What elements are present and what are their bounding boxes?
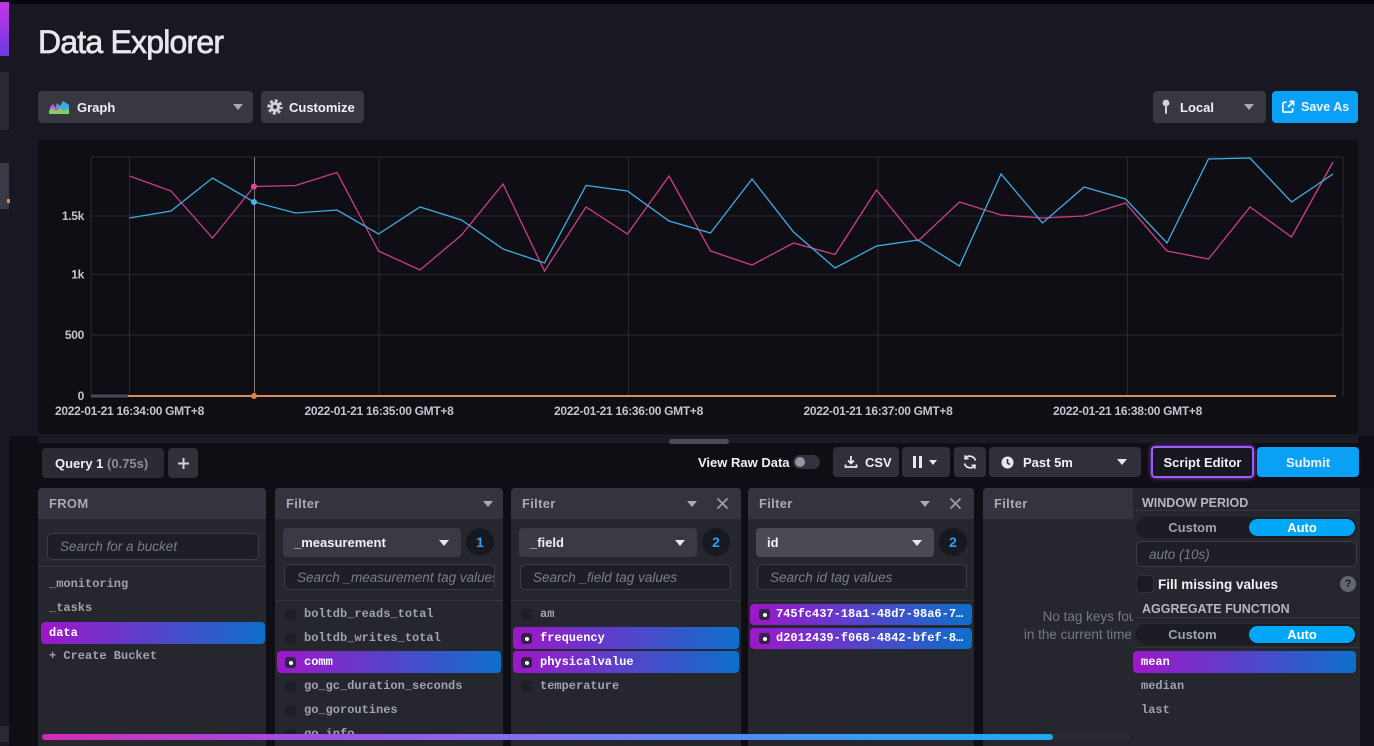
svg-text:2022-01-21 16:36:00 GMT+8: 2022-01-21 16:36:00 GMT+8 <box>554 404 704 418</box>
svg-text:2022-01-21 16:38:00 GMT+8: 2022-01-21 16:38:00 GMT+8 <box>1053 404 1203 418</box>
svg-text:1.5k: 1.5k <box>62 209 85 223</box>
svg-text:2022-01-21 16:37:00 GMT+8: 2022-01-21 16:37:00 GMT+8 <box>804 404 954 418</box>
svg-text:2022-01-21 16:35:00 GMT+8: 2022-01-21 16:35:00 GMT+8 <box>305 404 455 418</box>
svg-text:500: 500 <box>65 328 85 342</box>
svg-text:0: 0 <box>78 389 85 403</box>
svg-text:1k: 1k <box>71 268 84 282</box>
svg-text:2022-01-21 16:34:00 GMT+8: 2022-01-21 16:34:00 GMT+8 <box>55 404 205 418</box>
